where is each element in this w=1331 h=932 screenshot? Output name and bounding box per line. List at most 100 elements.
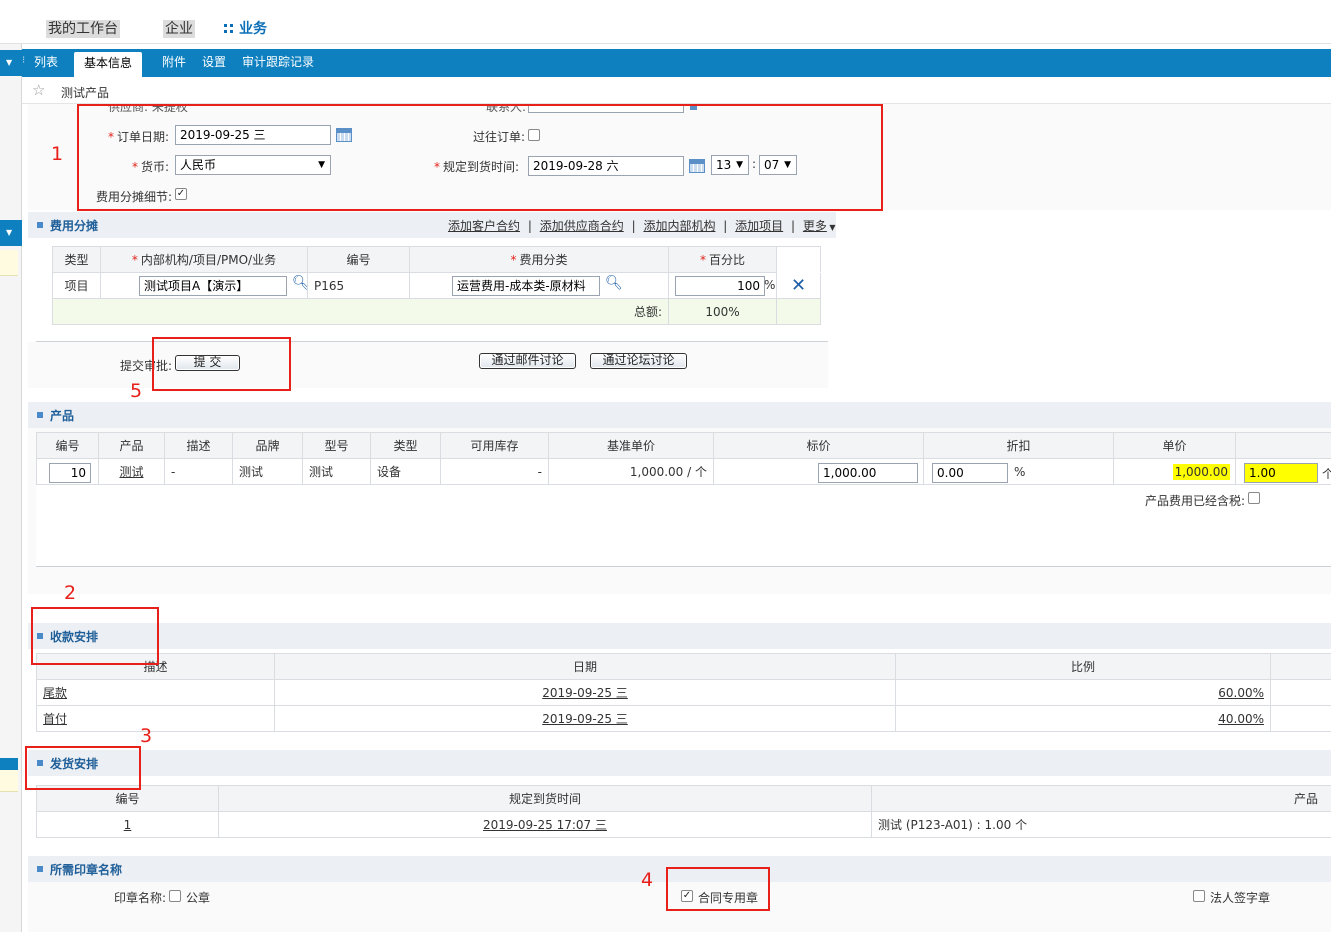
- row-model: 测试: [302, 458, 371, 485]
- tab-settings[interactable]: 设置: [202, 49, 226, 77]
- product-link[interactable]: 测试: [119, 465, 143, 479]
- tab-attachments[interactable]: 附件: [162, 49, 186, 77]
- seal-official-label: 公章: [186, 891, 211, 905]
- page-title: 测试产品: [61, 86, 110, 100]
- products-header: 产品: [28, 402, 1331, 428]
- chevron-down-icon: ▼: [6, 228, 13, 237]
- total-value: 100%: [668, 298, 777, 325]
- sidebar-toggle[interactable]: ▼: [0, 50, 22, 76]
- row-code: P165: [307, 272, 410, 299]
- row-percent-cell: 100 %: [668, 272, 777, 299]
- percent-input[interactable]: 100: [675, 276, 765, 296]
- payment-desc-link[interactable]: 首付: [43, 712, 67, 726]
- title-bar: ☆ 测试产品: [22, 77, 1331, 104]
- chevron-down-icon: ▼: [6, 58, 13, 67]
- add-project-link[interactable]: 添加项目: [735, 219, 783, 233]
- row-ratio: 40.00%: [895, 705, 1271, 732]
- row-no-input[interactable]: 10: [49, 463, 91, 483]
- col-percent: * 百分比: [668, 246, 777, 273]
- annotation-box-2: [31, 607, 159, 665]
- shipping-no-link[interactable]: 1: [124, 818, 132, 832]
- shipping-time-link[interactable]: 2019-09-25 17:07 三: [483, 818, 607, 832]
- delete-row-icon[interactable]: ✕: [776, 272, 821, 299]
- sidebar-marker: [0, 758, 18, 770]
- section-bullet-icon: [37, 866, 43, 872]
- seal-legal-label: 法人签字章: [1210, 891, 1271, 905]
- payment-date-link[interactable]: 2019-09-25 三: [542, 686, 628, 700]
- add-customer-contract-link[interactable]: 添加客户合约: [448, 219, 520, 233]
- qty-input[interactable]: 1.00: [1244, 463, 1318, 483]
- nav-business[interactable]: 业务: [222, 20, 269, 38]
- row-extra: [1270, 705, 1331, 732]
- search-icon[interactable]: 🔍︎: [605, 275, 623, 291]
- col-ratio: 比例: [895, 653, 1271, 680]
- payment-ratio-link[interactable]: 60.00%: [1218, 686, 1264, 700]
- annotation-number-5: 5: [130, 380, 143, 402]
- row-type: 项目: [52, 272, 101, 299]
- payment-table: 描述 日期 比例 尾款 2019-09-25 三 60.00% 首付 2019-…: [36, 653, 1331, 732]
- tax-included-checkbox[interactable]: [1248, 492, 1260, 504]
- forum-discuss-button[interactable]: 通过论坛讨论: [590, 353, 687, 369]
- annotation-number-2: 2: [64, 582, 77, 604]
- col-product: 产品: [98, 432, 165, 459]
- row-type: 设备: [370, 458, 441, 485]
- drag-handle-icon[interactable]: ⁝: [22, 55, 25, 66]
- payment-date-link[interactable]: 2019-09-25 三: [542, 712, 628, 726]
- left-sidebar-collapsed: ▼ ▼: [0, 44, 22, 932]
- discount-unit: %: [1014, 465, 1026, 479]
- cost-allocation-title: 费用分摊: [50, 219, 99, 233]
- search-icon[interactable]: 🔍︎: [292, 275, 307, 291]
- more-link[interactable]: 更多: [803, 219, 827, 233]
- seal-checkbox-legal[interactable]: [1193, 890, 1205, 902]
- nav-enterprise[interactable]: 企业: [163, 20, 195, 38]
- col-unit-price: 单价: [1113, 432, 1236, 459]
- row-date: 2019-09-25 三: [274, 705, 896, 732]
- category-input[interactable]: 运营费用-成本类-原材料: [452, 276, 600, 296]
- col-stock: 可用库存: [440, 432, 549, 459]
- caret-down-icon: ▼: [826, 223, 836, 232]
- table-header-row: 描述 日期 比例: [36, 653, 1331, 680]
- add-supplier-contract-link[interactable]: 添加供应商合约: [540, 219, 624, 233]
- grid-icon: [224, 24, 233, 33]
- col-extra: [1270, 653, 1331, 680]
- sidebar-toggle-2[interactable]: ▼: [0, 220, 22, 246]
- payment-ratio-link[interactable]: 40.00%: [1218, 712, 1264, 726]
- seal-checkbox-official[interactable]: [169, 890, 181, 902]
- row-ratio: 60.00%: [895, 679, 1271, 706]
- payment-desc-link[interactable]: 尾款: [43, 686, 67, 700]
- qty-unit: 个: [1322, 465, 1331, 482]
- tab-basic-info[interactable]: 基本信息: [74, 52, 143, 77]
- separator: |: [631, 219, 636, 233]
- col-qty: 数: [1235, 432, 1331, 459]
- col-date: 日期: [274, 653, 896, 680]
- tab-list[interactable]: 列表: [34, 49, 58, 77]
- col-actions: [776, 246, 821, 273]
- shipping-table: 编号 规定到货时间 产品 1 2019-09-25 17:07 三 测试 (P1…: [36, 785, 1331, 838]
- col-org: * 内部机构/项目/PMO/业务: [100, 246, 308, 273]
- row-org-cell: 测试项目A【演示】 🔍︎: [100, 272, 308, 299]
- tab-bar: ⁝ 列表 基本信息 附件 设置 审计跟踪记录: [22, 49, 1331, 77]
- email-discuss-button[interactable]: 通过邮件讨论: [479, 353, 576, 369]
- row-desc: 首付: [36, 705, 275, 732]
- org-input[interactable]: 测试项目A【演示】: [139, 276, 287, 296]
- tab-audit-trail[interactable]: 审计跟踪记录: [242, 49, 314, 77]
- nav-workbench[interactable]: 我的工作台: [46, 20, 120, 38]
- col-desc: 描述: [164, 432, 233, 459]
- table-total-row: 总额: 100%: [52, 298, 821, 325]
- row-unit-price-cell: 1,000.00: [1113, 458, 1236, 485]
- section-bullet-icon: [37, 412, 43, 418]
- discount-input[interactable]: 0.00: [932, 463, 1008, 483]
- col-time: 规定到货时间: [218, 785, 872, 812]
- add-internal-org-link[interactable]: 添加内部机构: [643, 219, 715, 233]
- products-table: 编号 产品 描述 品牌 型号 类型 可用库存 基准单价 标价 折扣 单价 数 1…: [36, 432, 1331, 485]
- list-price-input[interactable]: 1,000.00: [818, 463, 918, 483]
- col-model: 型号: [302, 432, 371, 459]
- row-list-price-cell: 1,000.00: [713, 458, 924, 485]
- products-blank-area: [36, 485, 1331, 567]
- nav-business-label: 业务: [239, 21, 267, 37]
- annotation-box-5: [152, 337, 291, 391]
- section-bullet-icon: [37, 222, 43, 228]
- star-icon[interactable]: ☆: [32, 81, 45, 99]
- table-row: 1 2019-09-25 17:07 三 测试 (P123-A01) : 1.0…: [36, 811, 1331, 838]
- row-base-price: 1,000.00 / 个: [548, 458, 714, 485]
